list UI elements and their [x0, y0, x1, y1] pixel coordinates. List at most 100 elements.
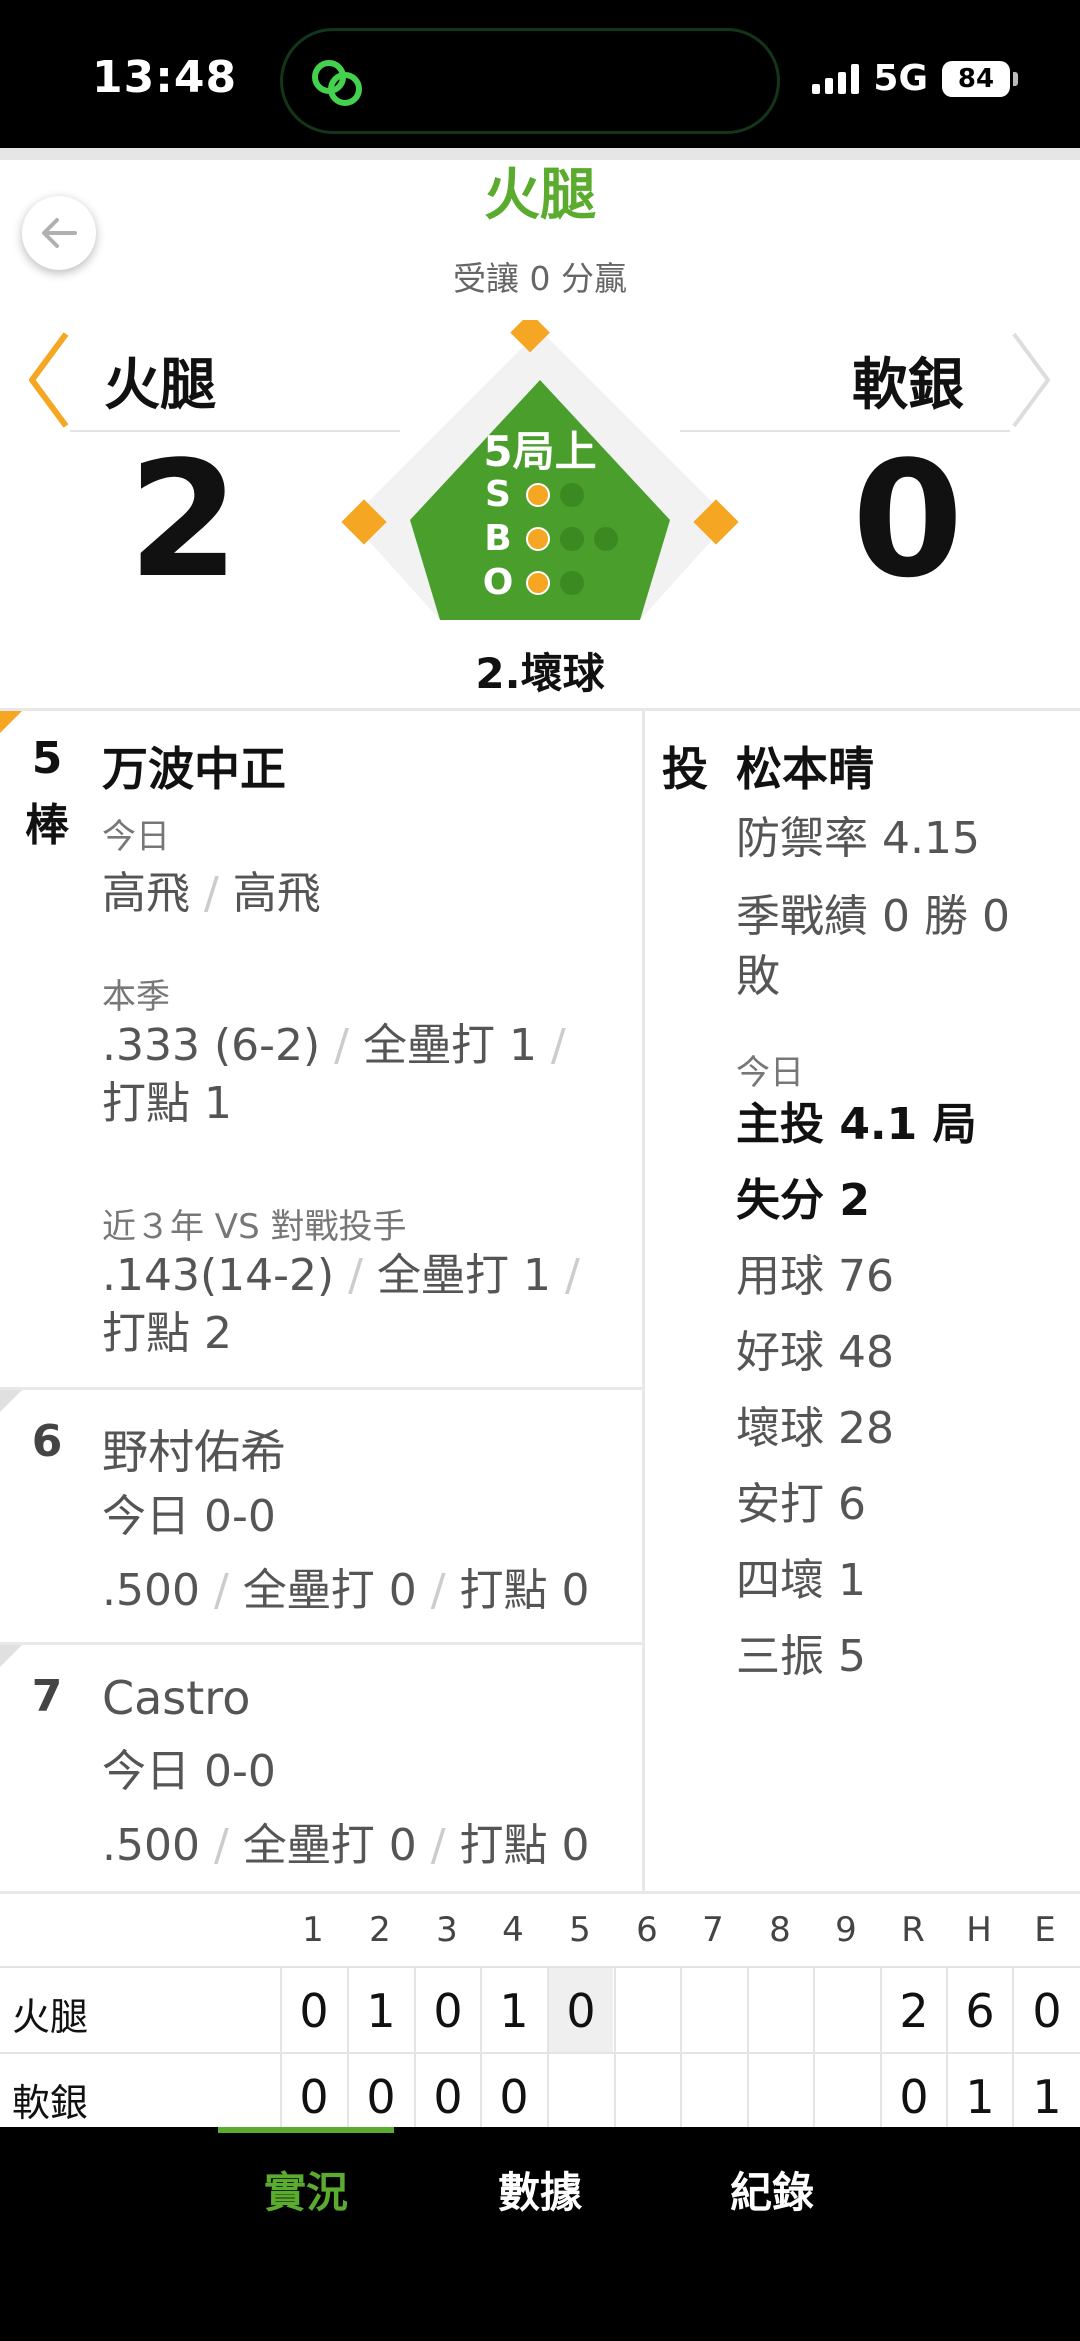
- linescore-col-header: R: [901, 1910, 925, 1950]
- today-label: 今日: [102, 817, 170, 857]
- inning-label: 5局上: [483, 427, 597, 476]
- ball-dot: [526, 526, 550, 551]
- pitcher-tag: 投: [662, 742, 708, 796]
- linescore-col-header: 8: [769, 1910, 791, 1950]
- handicap-text: 受讓 0 分贏: [453, 259, 627, 298]
- season-hr: 全壘打 0: [242, 1820, 417, 1871]
- season-rbi: 打點 0: [459, 1820, 590, 1871]
- ball-label: B: [484, 518, 512, 559]
- tab-stats[interactable]: 數據: [440, 2159, 640, 2220]
- pitcher-innings: 主投 4.1 局: [736, 1099, 977, 1150]
- season-stats: .500 / 全壘打 0 / 打點 0: [102, 1565, 590, 1616]
- tab-records[interactable]: 紀錄: [672, 2159, 872, 2220]
- season-hr: 全壘打 1: [362, 1020, 537, 1071]
- pitcher-pitches: 用球 76: [736, 1251, 894, 1302]
- linescore-cell: 0: [280, 1968, 346, 2054]
- linescore-col-header: H: [966, 1910, 992, 1950]
- strike-label: S: [485, 474, 511, 515]
- linescore-cell: 0: [414, 1968, 480, 2054]
- linescore-cell: [813, 1968, 879, 2054]
- linescore-cell: [680, 1968, 746, 2054]
- today-line: 今日 0-0: [102, 1746, 276, 1797]
- away-team-name: 火腿: [104, 353, 216, 418]
- linescore-cell: 2: [880, 1968, 946, 2054]
- today-results: 高飛 / 高飛: [102, 868, 321, 919]
- batting-order: 5: [31, 733, 63, 784]
- linescore-col-header: E: [1034, 1910, 1056, 1950]
- season-rbi: 打點 1: [102, 1078, 232, 1129]
- linescore-team: 軟銀: [12, 2081, 89, 2125]
- today-result: 高飛: [102, 868, 190, 919]
- season-avg: .500: [102, 1820, 200, 1871]
- season-avg: .333 (6-2): [102, 1020, 321, 1071]
- active-tab-indicator: [218, 2127, 394, 2133]
- batter-card-current[interactable]: 5 棒 万波中正 今日 高飛 / 高飛 本季 .333 (6-2) / 全壘打 …: [0, 711, 642, 1387]
- dynamic-island: [280, 28, 780, 134]
- column-divider: [642, 711, 645, 1891]
- pitcher-name: 松本晴: [736, 742, 874, 796]
- strike-count: S: [480, 474, 584, 515]
- ball-dot: [560, 526, 584, 551]
- linescore-row-home: 軟銀 0000011: [0, 2052, 1080, 2140]
- away-score: 2: [128, 426, 240, 613]
- field-diamond: 5局上 S B O: [330, 312, 750, 620]
- pitcher-today-label: 今日: [736, 1053, 804, 1093]
- vs-avg: .143(14-2): [102, 1250, 335, 1301]
- pitcher-walks: 四壞 1: [736, 1555, 866, 1606]
- pitcher-era: 防禦率 4.15: [736, 813, 980, 864]
- linescore-cell: 6: [946, 1968, 1012, 2054]
- strike-dot: [526, 482, 550, 507]
- linescore-col-header: 5: [569, 1910, 591, 1950]
- chevron-right-icon[interactable]: [1008, 330, 1056, 430]
- linescore-row-away: 火腿 01010260: [0, 1966, 1080, 2054]
- linescore-col-header: 3: [436, 1910, 458, 1950]
- status-icons: 5G 84: [812, 58, 1018, 99]
- linescore-header: 1 2 3 4 5 6 7 8 9 R H E: [0, 1894, 1080, 1966]
- linescore-cell: 0: [1012, 1968, 1080, 2054]
- pitcher-runs: 失分 2: [736, 1175, 870, 1226]
- vs-hr: 全壘打 1: [376, 1250, 551, 1301]
- linescore-col-header: 1: [302, 1910, 324, 1950]
- pitcher-strikes: 好球 48: [736, 1327, 894, 1378]
- today-result: 高飛: [232, 868, 321, 919]
- season-hr: 全壘打 0: [242, 1565, 417, 1616]
- link-app-icon: [312, 60, 362, 106]
- linescore-col-header: 6: [636, 1910, 658, 1950]
- battery-icon: 84: [942, 60, 1018, 97]
- current-batter-marker: [0, 711, 22, 733]
- pitcher-strikeouts: 三振 5: [736, 1631, 866, 1682]
- tab-live[interactable]: 實況: [206, 2159, 406, 2220]
- season-label: 本季: [102, 977, 170, 1017]
- vs-pitcher-label: 近３年 VS 對戰投手: [102, 1207, 407, 1247]
- strike-dot: [560, 482, 584, 507]
- page-title: 火腿: [484, 163, 596, 228]
- season-stats: .333 (6-2) / 全壘打 1 /打點 1: [102, 1020, 566, 1129]
- pitcher-hits: 安打 6: [736, 1479, 866, 1530]
- linescore-cell: [614, 1968, 680, 2054]
- ball-dot: [594, 526, 618, 551]
- linescore-cell: 1: [347, 1968, 413, 2054]
- batter-name: 野村佑希: [102, 1425, 286, 1479]
- batting-order: 6: [31, 1416, 63, 1467]
- linescore-col-header: 9: [835, 1910, 857, 1950]
- batter-card[interactable]: 7 Castro 今日 0-0 .500 / 全壘打 0 / 打點 0: [0, 1645, 642, 1897]
- vs-rbi: 打點 2: [102, 1308, 232, 1359]
- signal-icon: [812, 63, 860, 94]
- batter-name: Castro: [102, 1671, 251, 1725]
- season-avg: .500: [102, 1565, 200, 1616]
- arrow-left-icon: [42, 218, 77, 248]
- season-rbi: 打點 0: [459, 1565, 590, 1616]
- vs-pitcher-stats: .143(14-2) / 全壘打 1 /打點 2: [102, 1250, 580, 1359]
- linescore-team: 火腿: [12, 1995, 89, 2039]
- out-dot: [526, 570, 550, 595]
- linescore-col-header: 2: [369, 1910, 391, 1950]
- pitch-result: 2.壞球: [475, 649, 605, 698]
- linescore-cell: [747, 1968, 813, 2054]
- linescore-cell: 0: [547, 1968, 613, 2054]
- batter-marker: [0, 1390, 22, 1412]
- chevron-left-icon[interactable]: [24, 330, 72, 430]
- home-score: 0: [852, 426, 964, 613]
- status-time: 13:48: [92, 52, 238, 103]
- network-label: 5G: [873, 58, 928, 99]
- batter-card[interactable]: 6 野村佑希 今日 0-0 .500 / 全壘打 0 / 打點 0: [0, 1390, 642, 1642]
